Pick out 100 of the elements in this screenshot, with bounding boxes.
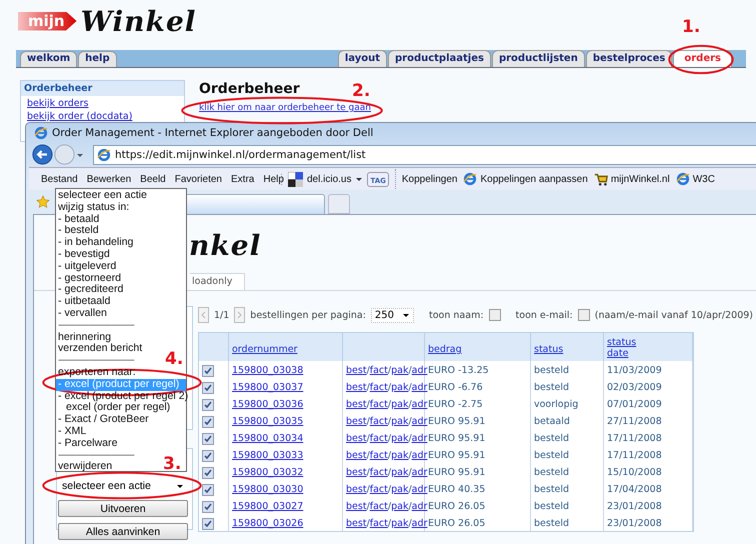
- row-checkbox[interactable]: [202, 382, 214, 394]
- dropdown-option[interactable]: - gestorneerd: [56, 272, 122, 284]
- page-tab[interactable]: loadonly: [190, 273, 246, 290]
- document-link[interactable]: fact: [370, 450, 388, 461]
- order-number-link[interactable]: 159800_03035: [232, 416, 304, 427]
- dropdown-option[interactable]: - XML: [56, 426, 86, 438]
- document-link[interactable]: best: [346, 467, 367, 478]
- column-header-link[interactable]: status: [534, 344, 564, 355]
- dropdown-option[interactable]: - Exact / GroteBeer: [56, 414, 149, 426]
- document-link[interactable]: best: [346, 433, 367, 444]
- document-link[interactable]: fact: [370, 382, 388, 393]
- document-link[interactable]: fact: [370, 433, 388, 444]
- document-link[interactable]: pak: [391, 433, 408, 444]
- document-link[interactable]: best: [346, 501, 367, 512]
- document-link[interactable]: adr: [412, 433, 428, 444]
- nav-tab[interactable]: layout: [338, 50, 387, 67]
- document-link[interactable]: fact: [370, 501, 388, 512]
- bookmark-grid-icon[interactable]: [288, 172, 303, 186]
- dropdown-option[interactable]: - bevestigd: [56, 248, 110, 261]
- bookmark-button[interactable]: del.icio.us: [307, 174, 352, 184]
- document-link[interactable]: best: [346, 382, 367, 393]
- row-checkbox[interactable]: [202, 484, 214, 496]
- order-number-link[interactable]: 159800_03027: [232, 501, 304, 512]
- menu-item[interactable]: Bewerken: [86, 174, 132, 184]
- menu-item[interactable]: Help: [263, 174, 284, 184]
- document-link[interactable]: adr: [412, 484, 428, 495]
- document-link[interactable]: pak: [391, 518, 408, 529]
- document-link[interactable]: pak: [391, 467, 408, 478]
- order-number-link[interactable]: 159800_03037: [232, 382, 304, 393]
- column-header-link[interactable]: status date: [607, 337, 636, 359]
- document-link[interactable]: pak: [391, 450, 408, 461]
- menu-item[interactable]: Bestand: [41, 174, 78, 184]
- order-number-link[interactable]: 159800_03032: [232, 467, 304, 478]
- action-button[interactable]: Alles aanvinken: [58, 523, 188, 540]
- nav-tab[interactable]: welkom: [20, 51, 78, 67]
- nav-tab[interactable]: help: [78, 51, 117, 67]
- document-link[interactable]: pak: [391, 365, 408, 376]
- favorite-link[interactable]: W3C: [676, 172, 715, 186]
- action-button[interactable]: Uitvoeren: [58, 500, 188, 517]
- document-link[interactable]: best: [346, 518, 367, 529]
- dropdown-option[interactable]: wijzig status in:: [56, 202, 130, 214]
- menu-item[interactable]: Favorieten: [174, 174, 222, 184]
- document-link[interactable]: pak: [391, 382, 408, 393]
- back-icon[interactable]: [32, 144, 53, 165]
- dropdown-option[interactable]: excel (order per regel): [56, 402, 170, 414]
- favorites-star-icon[interactable]: [36, 195, 50, 209]
- row-checkbox[interactable]: [202, 450, 214, 462]
- document-link[interactable]: fact: [370, 467, 388, 478]
- menu-item[interactable]: Extra: [231, 174, 254, 184]
- document-link[interactable]: adr: [412, 467, 428, 478]
- row-checkbox[interactable]: [202, 416, 214, 428]
- document-link[interactable]: adr: [412, 365, 428, 376]
- document-link[interactable]: best: [346, 450, 367, 461]
- order-number-link[interactable]: 159800_03038: [232, 365, 304, 376]
- order-number-link[interactable]: 159800_03033: [232, 450, 304, 461]
- caret-icon[interactable]: [355, 175, 364, 183]
- document-link[interactable]: adr: [412, 382, 428, 393]
- document-link[interactable]: adr: [412, 399, 428, 410]
- sidebar-link[interactable]: bekijk order (docdata): [21, 109, 184, 122]
- dropdown-option[interactable]: verwijderen: [56, 461, 112, 474]
- document-link[interactable]: best: [346, 484, 367, 495]
- dropdown-option[interactable]: - gecrediteerd: [56, 284, 124, 296]
- dropdown-option[interactable]: - betaald: [56, 214, 100, 226]
- document-link[interactable]: best: [346, 365, 367, 376]
- column-header-link[interactable]: ordernummer: [232, 344, 298, 355]
- dropdown-option[interactable]: verzenden bericht: [56, 343, 142, 356]
- sidebar-link[interactable]: bekijk orders: [21, 96, 184, 109]
- document-link[interactable]: adr: [412, 518, 428, 529]
- document-link[interactable]: best: [346, 399, 367, 410]
- document-link[interactable]: fact: [370, 484, 388, 495]
- document-link[interactable]: adr: [412, 450, 428, 461]
- document-link[interactable]: fact: [370, 365, 388, 376]
- document-link[interactable]: pak: [391, 484, 408, 495]
- order-number-link[interactable]: 159800_03026: [232, 518, 304, 529]
- document-link[interactable]: fact: [370, 399, 388, 410]
- favorite-link[interactable]: Koppelingen aanpassen: [463, 172, 588, 186]
- document-link[interactable]: pak: [391, 399, 408, 410]
- document-link[interactable]: pak: [391, 501, 408, 512]
- nav-tab[interactable]: productlijsten: [492, 50, 585, 67]
- dropdown-option[interactable]: herinnering: [56, 332, 112, 344]
- nav-tab[interactable]: bestelproces: [586, 50, 672, 67]
- column-header-link[interactable]: bedrag: [428, 344, 462, 355]
- favorite-link[interactable]: mijnWinkel.nl: [594, 172, 670, 186]
- order-number-link[interactable]: 159800_03036: [232, 399, 304, 410]
- row-checkbox[interactable]: [202, 364, 214, 376]
- show-name-checkbox[interactable]: [488, 309, 501, 321]
- dropdown-option[interactable]: - uitbetaald: [56, 296, 110, 308]
- show-email-checkbox[interactable]: [578, 309, 590, 321]
- nav-tab[interactable]: orders: [673, 50, 732, 67]
- document-link[interactable]: adr: [412, 501, 428, 512]
- address-field[interactable]: https://edit.mijnwinkel.nl/ordermanagement/list: [93, 144, 756, 164]
- order-number-link[interactable]: 159800_03030: [232, 484, 304, 495]
- document-link[interactable]: fact: [370, 518, 388, 529]
- nav-tab[interactable]: productplaatjes: [388, 50, 491, 67]
- document-link[interactable]: fact: [370, 416, 388, 427]
- order-number-link[interactable]: 159800_03034: [232, 433, 304, 444]
- dropdown-option[interactable]: - in behandeling: [56, 237, 134, 249]
- menu-item[interactable]: Beeld: [140, 174, 166, 184]
- per-page-select[interactable]: 250: [370, 308, 414, 322]
- dropdown-option[interactable]: - vervallen: [56, 308, 107, 320]
